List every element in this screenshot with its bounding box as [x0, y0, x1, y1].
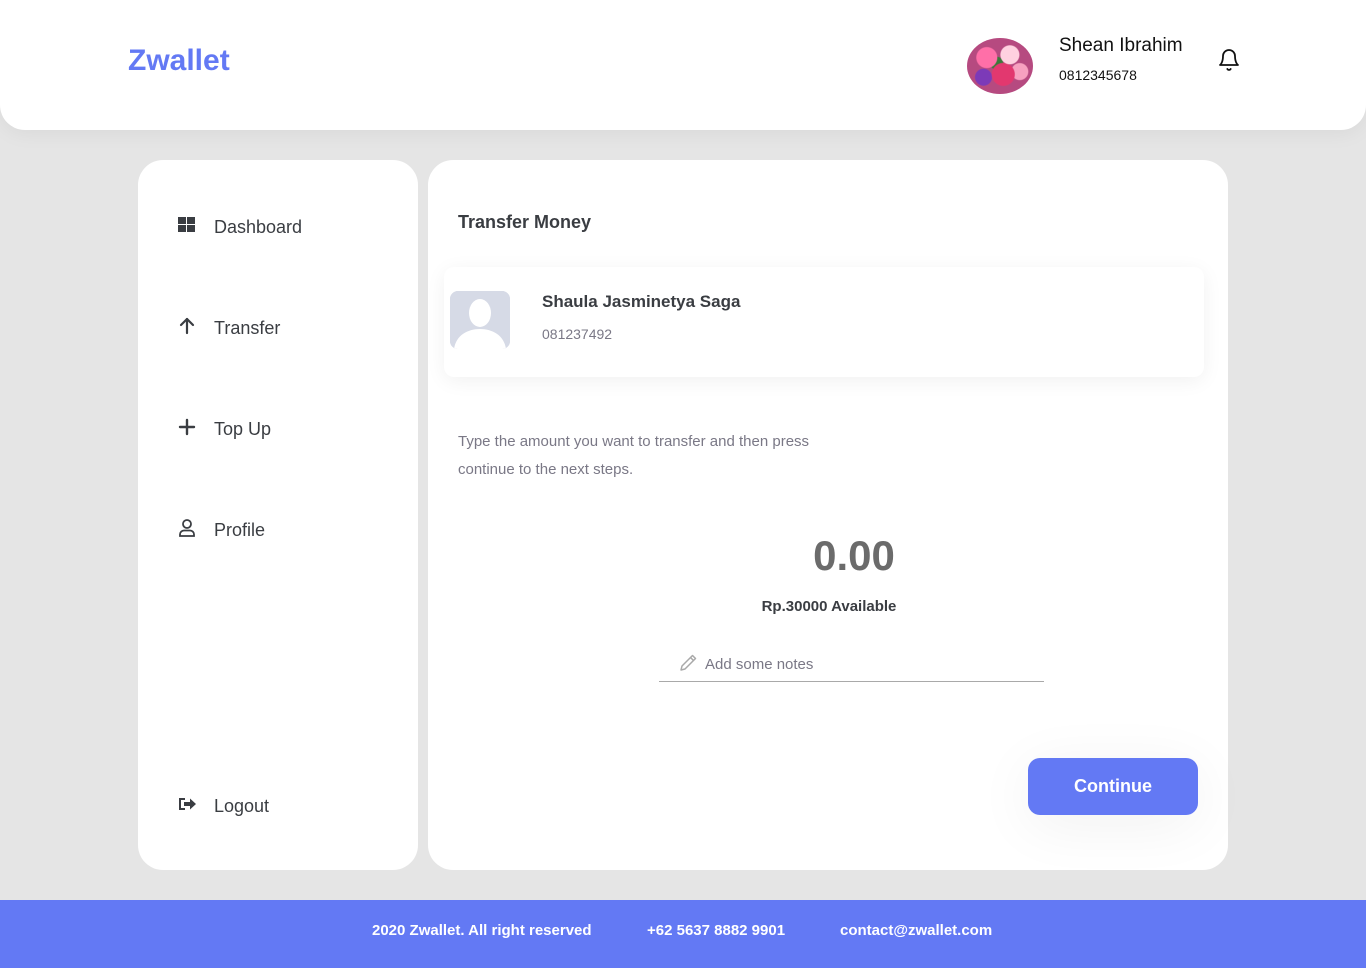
receiver-avatar	[450, 291, 510, 349]
footer-email[interactable]: contact@zwallet.com	[840, 922, 992, 939]
sidebar-item-label: Top Up	[214, 419, 272, 439]
notes-field[interactable]	[659, 648, 1044, 682]
available-balance: Rp.30000 Available	[761, 598, 897, 615]
transfer-instructions: Type the amount you want to transfer and…	[458, 433, 810, 478]
receiver-name: Shaula Jasminetya Saga	[542, 292, 741, 311]
arrow-up-icon	[176, 315, 214, 342]
sidebar-item-transfer[interactable]: Transfer	[176, 315, 280, 342]
sidebar: Dashboard Transfer Top Up Profile Logout	[138, 160, 418, 870]
sidebar-item-label: Dashboard	[214, 217, 303, 237]
amount-input[interactable]: 0.00	[758, 532, 950, 580]
plus-icon	[176, 416, 214, 443]
user-phone: 0812345678	[1059, 67, 1137, 83]
pencil-icon	[659, 652, 705, 678]
transfer-panel: Transfer Money Shaula Jasminetya Saga 08…	[428, 160, 1228, 870]
sidebar-item-top-up[interactable]: Top Up	[176, 416, 271, 443]
receiver-phone: 081237492	[542, 326, 613, 342]
bell-icon[interactable]	[1217, 48, 1241, 72]
dashboard-icon	[176, 214, 214, 241]
sidebar-item-label: Profile	[214, 520, 266, 540]
continue-button[interactable]: Continue	[1028, 758, 1198, 815]
app-logo[interactable]: Zwallet	[128, 44, 230, 78]
sidebar-item-label: Logout	[214, 796, 270, 816]
footer-phone: +62 5637 8882 9901	[647, 922, 786, 939]
sidebar-item-logout[interactable]: Logout	[176, 793, 269, 820]
user-icon	[176, 517, 214, 544]
sidebar-item-label: Transfer	[214, 318, 281, 338]
logout-icon	[176, 793, 214, 820]
receiver-card[interactable]: Shaula Jasminetya Saga 081237492	[444, 267, 1204, 377]
user-name: Shean Ibrahim	[1059, 35, 1183, 56]
top-header: Zwallet Shean Ibrahim 0812345678	[0, 0, 1366, 130]
sidebar-item-profile[interactable]: Profile	[176, 517, 265, 544]
sidebar-item-dashboard[interactable]: Dashboard	[176, 214, 302, 241]
page-title: Transfer Money	[458, 212, 592, 232]
footer: 2020 Zwallet. All right reserved +62 563…	[0, 900, 1366, 968]
notes-input[interactable]	[705, 656, 1025, 673]
footer-copyright: 2020 Zwallet. All right reserved	[372, 922, 592, 939]
user-avatar[interactable]	[967, 38, 1033, 94]
